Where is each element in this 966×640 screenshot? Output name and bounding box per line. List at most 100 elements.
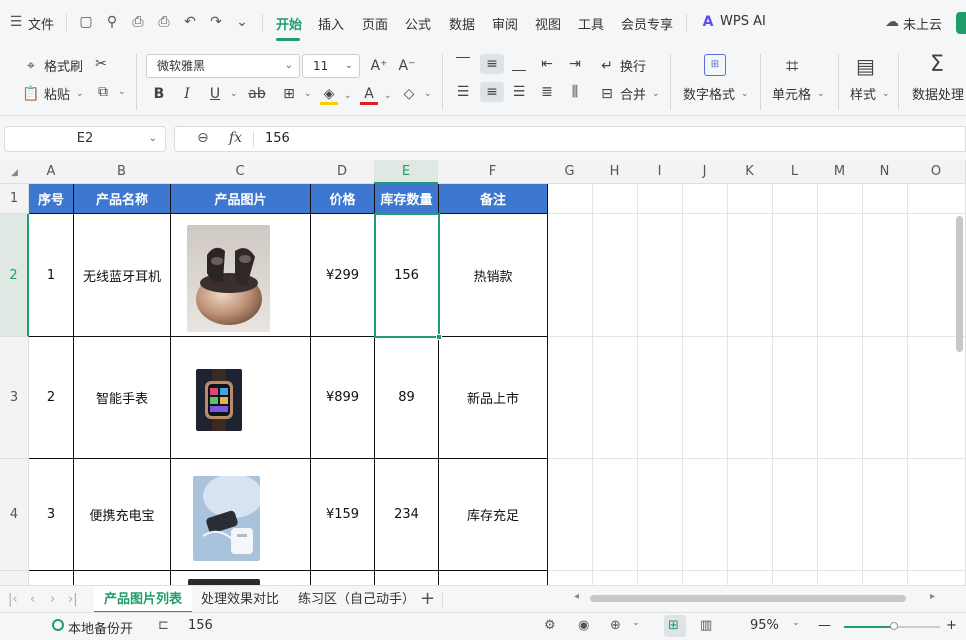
column-header-e[interactable]: E	[374, 160, 439, 184]
smartwatch-image[interactable]	[196, 369, 242, 431]
empty-cell[interactable]	[683, 184, 728, 214]
print-preview-icon[interactable]: ⎙	[156, 14, 172, 30]
last-sheet-icon[interactable]: ›|	[68, 592, 78, 607]
align-right-button[interactable]: ☰	[510, 84, 528, 100]
empty-cell[interactable]	[638, 571, 683, 585]
empty-cell[interactable]	[818, 214, 863, 337]
vertical-scrollbar[interactable]	[956, 216, 963, 352]
empty-cell[interactable]	[773, 337, 818, 459]
header-cell-image[interactable]: 产品图片	[171, 184, 311, 214]
empty-cell[interactable]	[728, 459, 773, 571]
header-cell-note[interactable]: 备注	[439, 184, 548, 214]
column-header-a[interactable]: A	[29, 160, 74, 184]
empty-cell[interactable]	[683, 571, 728, 585]
empty-cell[interactable]	[908, 337, 966, 459]
column-header-f[interactable]: F	[438, 160, 548, 184]
tab-review[interactable]: 审阅	[492, 14, 518, 33]
cell-A4[interactable]: 3	[29, 459, 74, 571]
align-left-button[interactable]: ☰	[454, 84, 472, 100]
cell-A5[interactable]	[29, 571, 74, 585]
tab-view[interactable]: 视图	[535, 14, 561, 33]
italic-button[interactable]: I	[178, 86, 196, 102]
empty-cell[interactable]	[638, 337, 683, 459]
column-header-g[interactable]: G	[547, 160, 593, 184]
add-sheet-icon[interactable]: +	[420, 588, 435, 609]
tab-home[interactable]: 开始	[276, 14, 302, 33]
empty-cell[interactable]	[863, 184, 908, 214]
style-button[interactable]: 样式 ⌄	[850, 84, 890, 103]
empty-cell[interactable]	[728, 337, 773, 459]
strikethrough-button[interactable]: ab	[248, 86, 266, 102]
paste-button[interactable]: 📋 粘贴 ⌄	[22, 84, 83, 104]
empty-cell[interactable]	[548, 571, 593, 585]
row-header-5[interactable]	[0, 571, 29, 585]
cell-A3[interactable]: 2	[29, 337, 74, 459]
row-header-1[interactable]: 1	[0, 184, 29, 214]
empty-cell[interactable]	[863, 459, 908, 571]
empty-cell[interactable]	[908, 184, 966, 214]
empty-cell[interactable]	[818, 184, 863, 214]
chevron-down-icon[interactable]: ⌄	[234, 14, 250, 30]
empty-cell[interactable]	[548, 459, 593, 571]
data-process-button[interactable]: 数据处理	[912, 84, 964, 103]
fill-color-button[interactable]: ◈ ⌄	[320, 86, 352, 105]
fx-icon[interactable]: fx	[229, 130, 242, 146]
cloud-status[interactable]: 未上云	[903, 14, 942, 33]
align-top-button[interactable]: ⎺	[454, 56, 472, 72]
empty-cell[interactable]	[683, 214, 728, 337]
empty-cell[interactable]	[593, 459, 638, 571]
column-header-k[interactable]: K	[727, 160, 773, 184]
backup-status[interactable]: 本地备份开	[68, 618, 133, 637]
empty-cell[interactable]	[548, 214, 593, 337]
column-header-b[interactable]: B	[73, 160, 171, 184]
empty-cell[interactable]	[773, 571, 818, 585]
empty-cell[interactable]	[593, 214, 638, 337]
tab-data[interactable]: 数据	[449, 14, 475, 33]
crosshair-icon[interactable]: ⊕	[610, 618, 621, 633]
cell-E3[interactable]: 89	[375, 337, 439, 459]
bold-button[interactable]: B	[150, 86, 168, 102]
distribute-button[interactable]: ⫼	[566, 84, 584, 100]
empty-cell[interactable]	[728, 184, 773, 214]
chevron-down-icon[interactable]: ⌄	[792, 618, 800, 628]
tab-page[interactable]: 页面	[362, 14, 388, 33]
chevron-down-icon[interactable]: ⌄	[632, 618, 640, 628]
cell-F5[interactable]	[439, 571, 548, 585]
scroll-right-icon[interactable]: ▸	[930, 591, 935, 602]
fill-handle[interactable]	[436, 334, 442, 340]
undo-icon[interactable]: ↶	[182, 14, 198, 30]
empty-cell[interactable]	[773, 459, 818, 571]
border-button[interactable]: ⊞ ⌄	[280, 86, 311, 102]
wrap-text-button[interactable]: ↵ 换行	[598, 56, 646, 76]
select-all-corner[interactable]: ◢	[0, 160, 30, 184]
empty-cell[interactable]	[638, 214, 683, 337]
sheet-tab-comparison[interactable]: 处理效果对比	[191, 586, 289, 613]
cell-E4[interactable]: 234	[375, 459, 439, 571]
align-bottom-button[interactable]: ⎽	[510, 56, 528, 72]
row-header-3[interactable]: 3	[0, 337, 29, 459]
empty-cell[interactable]	[548, 337, 593, 459]
indent-increase-button[interactable]: ⇥	[566, 56, 584, 72]
font-increase-button[interactable]: A⁺	[370, 58, 388, 74]
pin-icon[interactable]: ⚲	[104, 14, 120, 30]
cell-F4[interactable]: 库存充足	[439, 459, 548, 571]
format-painter-button[interactable]: ⌖ 格式刷	[22, 56, 83, 76]
empty-cell[interactable]	[908, 459, 966, 571]
redo-icon[interactable]: ↷	[208, 14, 224, 30]
number-format-button[interactable]: 数字格式 ⌄	[683, 84, 749, 103]
column-header-c[interactable]: C	[170, 160, 311, 184]
row-header-4[interactable]: 4	[0, 459, 29, 571]
cell-B3[interactable]: 智能手表	[74, 337, 171, 459]
cell-D4[interactable]: ¥159	[311, 459, 375, 571]
first-sheet-icon[interactable]: |‹	[8, 592, 18, 607]
cell-A2[interactable]: 1	[29, 214, 74, 337]
zoom-in-icon[interactable]: +	[946, 618, 957, 633]
column-header-n[interactable]: N	[862, 160, 908, 184]
header-cell-no[interactable]: 序号	[29, 184, 74, 214]
cell-D3[interactable]: ¥899	[311, 337, 375, 459]
cell-D5[interactable]	[311, 571, 375, 585]
cell-B5[interactable]	[74, 571, 171, 585]
header-cell-price[interactable]: 价格	[311, 184, 375, 214]
column-header-i[interactable]: I	[637, 160, 683, 184]
print-icon[interactable]: ⎙	[130, 14, 146, 30]
